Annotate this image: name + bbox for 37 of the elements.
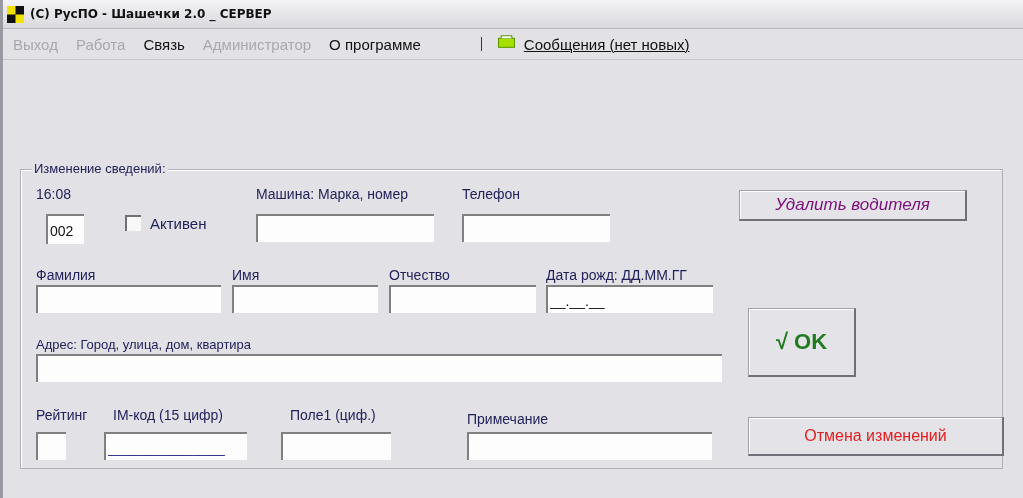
messages-menu-item[interactable]: Сообщения (нет новых) xyxy=(523,35,690,53)
input-field[interactable] xyxy=(36,285,221,313)
input-field[interactable]: _______________ xyxy=(104,432,247,460)
address-field[interactable] xyxy=(36,354,722,382)
group-title: Изменение сведений: xyxy=(32,161,168,176)
menu-item[interactable]: О программе xyxy=(329,35,421,53)
time-label: 16:08 xyxy=(36,187,73,202)
window-title: (C) РусПО - Шашечки 2.0 _ СЕРВЕР xyxy=(30,7,272,21)
field-label: Имя xyxy=(232,268,261,283)
delete-driver-button[interactable]: Удалить водителя xyxy=(739,190,967,221)
field-label: Адрес: Город, улица, дом, квартира xyxy=(36,337,253,352)
field-label: Машина: Марка, номер xyxy=(256,187,410,202)
cancel-button[interactable]: Отмена изменений xyxy=(748,417,1004,456)
input-field[interactable] xyxy=(232,285,378,313)
input-field[interactable]: __.__.__ xyxy=(546,285,713,313)
field-label: Телефон xyxy=(462,187,522,202)
field-label: Фамилия xyxy=(36,268,97,283)
checkbox-label: Активен xyxy=(150,214,207,232)
field-label: Рейтинг xyxy=(36,408,88,423)
menu-separator xyxy=(480,37,482,51)
field-label: Примечание xyxy=(467,412,549,427)
field-label: Дата рожд: ДД.ММ.ГГ xyxy=(546,268,688,283)
input-field[interactable] xyxy=(281,432,391,460)
ok-button[interactable]: √ OK xyxy=(748,308,856,377)
field-label: IM-код (15 цифр) xyxy=(113,408,223,423)
input-field[interactable] xyxy=(389,285,536,313)
field-label: Поле1 (циф.) xyxy=(290,408,376,423)
number-field[interactable]: 002 xyxy=(46,214,84,244)
checkbox[interactable] xyxy=(125,215,141,231)
checkers-icon xyxy=(7,5,24,23)
input-field[interactable] xyxy=(36,432,66,460)
input-field[interactable] xyxy=(462,214,610,242)
input-field[interactable] xyxy=(256,214,434,242)
input-field[interactable] xyxy=(467,432,712,460)
envelope-icon xyxy=(497,34,515,48)
field-label: Отчество xyxy=(389,268,451,283)
menu-item[interactable]: Связь xyxy=(143,35,185,53)
